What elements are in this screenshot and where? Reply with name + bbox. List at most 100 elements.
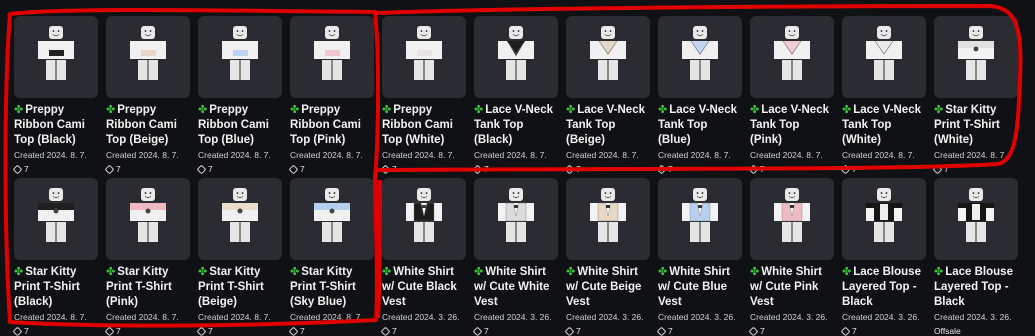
item-thumbnail[interactable]: [198, 178, 282, 260]
item-name[interactable]: ✤ Star Kitty Print T-Shirt (Black): [14, 265, 98, 310]
item-price: 7: [104, 326, 190, 336]
robux-icon: [196, 164, 207, 174]
item-thumbnail[interactable]: [658, 16, 742, 98]
catalog-item-card[interactable]: ✤ White Shirt w/ Cute White Vest Created …: [472, 178, 558, 336]
robux-icon: [12, 164, 23, 174]
catalog-item-card[interactable]: ✤ Preppy Ribbon Cami Top (Pink) Created 2…: [288, 16, 374, 174]
item-price: 7: [564, 326, 650, 336]
item-name[interactable]: ✤ Lace V-Neck Tank Top (Pink): [750, 103, 834, 148]
item-name[interactable]: ✤ Preppy Ribbon Cami Top (Pink): [290, 103, 374, 148]
catalog-item-card[interactable]: ✤ White Shirt w/ Cute Beige Vest Created …: [564, 178, 650, 336]
item-created-date: Created 2024. 3. 26.: [750, 312, 828, 322]
catalog-item-card[interactable]: ✤ Star Kitty Print T-Shirt (White) Create…: [932, 16, 1018, 174]
clover-icon: ✤: [566, 266, 576, 278]
item-name[interactable]: ✤ Lace V-Neck Tank Top (Blue): [658, 103, 742, 148]
item-created-date: Created 2024. 8. 7.: [382, 150, 455, 160]
item-price: 7: [380, 164, 466, 174]
item-name[interactable]: ✤ White Shirt w/ Cute White Vest: [474, 265, 558, 310]
item-created-date: Created 2024. 8. 7.: [14, 312, 87, 322]
catalog-item-card[interactable]: ✤ Preppy Ribbon Cami Top (Beige) Created …: [104, 16, 190, 174]
avatar-thumbnail: [590, 26, 626, 80]
item-name[interactable]: ✤ White Shirt w/ Cute Pink Vest: [750, 265, 834, 310]
item-name[interactable]: ✤ Preppy Ribbon Cami Top (Beige): [106, 103, 190, 148]
robux-icon: [656, 326, 667, 336]
item-thumbnail[interactable]: [842, 178, 926, 260]
item-name-text: Lace V-Neck Tank Top (Black): [474, 104, 553, 146]
item-price: 7: [12, 164, 98, 174]
item-created-date: Created 2024. 8. 7.: [198, 312, 271, 322]
robux-icon: [12, 326, 23, 336]
item-thumbnail[interactable]: [106, 178, 190, 260]
robux-icon: [196, 326, 207, 336]
item-thumbnail[interactable]: [382, 178, 466, 260]
item-thumbnail[interactable]: [934, 16, 1018, 98]
catalog-item-card[interactable]: ✤ Star Kitty Print T-Shirt (Sky Blue) Cre…: [288, 178, 374, 336]
item-price-value: 7: [576, 164, 581, 174]
robux-icon: [472, 164, 483, 174]
item-name[interactable]: ✤ Star Kitty Print T-Shirt (Sky Blue): [290, 265, 374, 310]
item-name[interactable]: ✤ Star Kitty Print T-Shirt (Pink): [106, 265, 190, 310]
catalog-item-card[interactable]: ✤ Lace V-Neck Tank Top (Beige) Created 20…: [564, 16, 650, 174]
item-name-text: Preppy Ribbon Cami Top (White): [382, 104, 453, 146]
item-thumbnail[interactable]: [198, 16, 282, 98]
catalog-item-card[interactable]: ✤ Star Kitty Print T-Shirt (Pink) Created…: [104, 178, 190, 336]
avatar-thumbnail: [314, 188, 350, 242]
item-name[interactable]: ✤ White Shirt w/ Cute Blue Vest: [658, 265, 742, 310]
item-name[interactable]: ✤ Preppy Ribbon Cami Top (White): [382, 103, 466, 148]
catalog-item-card[interactable]: ✤ White Shirt w/ Cute Pink Vest Created 2…: [748, 178, 834, 336]
catalog-item-card[interactable]: ✤ White Shirt w/ Cute Blue Vest Created 2…: [656, 178, 742, 336]
avatar-thumbnail: [314, 26, 350, 80]
item-thumbnail[interactable]: [290, 178, 374, 260]
item-thumbnail[interactable]: [474, 178, 558, 260]
clover-icon: ✤: [382, 104, 392, 116]
robux-icon: [748, 326, 759, 336]
item-thumbnail[interactable]: [14, 178, 98, 260]
item-name[interactable]: ✤ White Shirt w/ Cute Beige Vest: [566, 265, 650, 310]
catalog-item-card[interactable]: ✤ Star Kitty Print T-Shirt (Beige) Create…: [196, 178, 282, 336]
item-name[interactable]: ✤ Star Kitty Print T-Shirt (White): [934, 103, 1018, 148]
item-name[interactable]: ✤ Lace Blouse Layered Top - Black: [934, 265, 1018, 310]
avatar-thumbnail: [222, 188, 258, 242]
item-created-date: Created 2024. 8. 7.: [106, 312, 179, 322]
item-name-text: Lace V-Neck Tank Top (Blue): [658, 104, 737, 146]
item-price-value: 7: [484, 164, 489, 174]
catalog-item-card[interactable]: ✤ Preppy Ribbon Cami Top (Blue) Created 2…: [196, 16, 282, 174]
item-thumbnail[interactable]: [842, 16, 926, 98]
catalog-item-card[interactable]: ✤ Lace V-Neck Tank Top (Pink) Created 202…: [748, 16, 834, 174]
item-thumbnail[interactable]: [566, 178, 650, 260]
item-name-text: White Shirt w/ Cute Beige Vest: [566, 266, 642, 308]
item-name[interactable]: ✤ Star Kitty Print T-Shirt (Beige): [198, 265, 282, 310]
item-thumbnail[interactable]: [934, 178, 1018, 260]
item-name[interactable]: ✤ Lace Blouse Layered Top - Black: [842, 265, 926, 310]
item-thumbnail[interactable]: [474, 16, 558, 98]
catalog-item-card[interactable]: ✤ Lace V-Neck Tank Top (Black) Created 20…: [472, 16, 558, 174]
item-name[interactable]: ✤ Preppy Ribbon Cami Top (Black): [14, 103, 98, 148]
robux-icon: [380, 164, 391, 174]
catalog-item-card[interactable]: ✤ Lace Blouse Layered Top - Black Created…: [840, 178, 926, 336]
item-name[interactable]: ✤ White Shirt w/ Cute Black Vest: [382, 265, 466, 310]
item-thumbnail[interactable]: [750, 16, 834, 98]
catalog-item-card[interactable]: ✤ Preppy Ribbon Cami Top (White) Created …: [380, 16, 466, 174]
catalog-item-card[interactable]: ✤ Star Kitty Print T-Shirt (Black) Create…: [12, 178, 98, 336]
item-name[interactable]: ✤ Preppy Ribbon Cami Top (Blue): [198, 103, 282, 148]
item-thumbnail[interactable]: [106, 16, 190, 98]
catalog-item-card[interactable]: ✤ Lace V-Neck Tank Top (Blue) Created 202…: [656, 16, 742, 174]
avatar-thumbnail: [498, 188, 534, 242]
item-thumbnail[interactable]: [14, 16, 98, 98]
item-name[interactable]: ✤ Lace V-Neck Tank Top (Beige): [566, 103, 650, 148]
item-thumbnail[interactable]: [290, 16, 374, 98]
avatar-thumbnail: [130, 188, 166, 242]
item-thumbnail[interactable]: [566, 16, 650, 98]
catalog-item-card[interactable]: ✤ Lace V-Neck Tank Top (White) Created 20…: [840, 16, 926, 174]
catalog-item-card[interactable]: ✤ Preppy Ribbon Cami Top (Black) Created …: [12, 16, 98, 174]
item-thumbnail[interactable]: [382, 16, 466, 98]
item-thumbnail[interactable]: [750, 178, 834, 260]
item-name[interactable]: ✤ Lace V-Neck Tank Top (White): [842, 103, 926, 148]
robux-icon: [656, 164, 667, 174]
item-thumbnail[interactable]: [658, 178, 742, 260]
catalog-item-card[interactable]: ✤ Lace Blouse Layered Top - Black Created…: [934, 178, 1018, 336]
item-name[interactable]: ✤ Lace V-Neck Tank Top (Black): [474, 103, 558, 148]
item-price: 7: [932, 164, 1018, 174]
catalog-item-card[interactable]: ✤ White Shirt w/ Cute Black Vest Created …: [380, 178, 466, 336]
item-created-date: Created 2024. 3. 26.: [658, 312, 736, 322]
